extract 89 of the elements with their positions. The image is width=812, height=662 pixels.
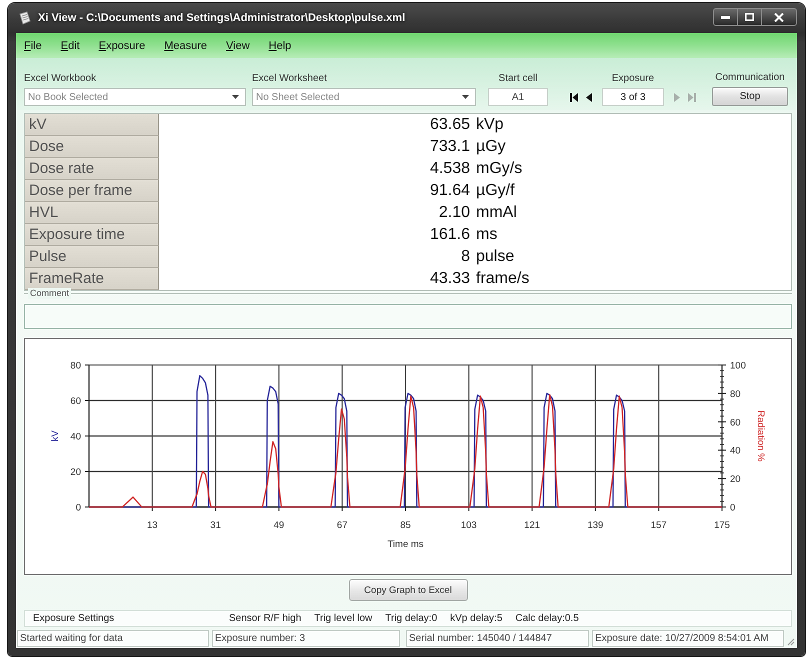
reading-unit: ms <box>476 226 498 244</box>
status-panel: Serial number: 145040 / 144847 <box>406 630 590 646</box>
settings-title: Exposure Settings <box>33 613 116 624</box>
skip-last-icon <box>688 92 696 102</box>
tick-label: 13 <box>147 520 158 531</box>
reading-value: 8 <box>460 248 470 266</box>
settings-item: Trig level low <box>314 613 372 624</box>
reading-unit: µGy/f <box>476 182 515 200</box>
reading-value: 733.1 <box>428 138 470 156</box>
reading-value: 91.64 <box>428 182 470 200</box>
tick-label: 157 <box>650 520 667 531</box>
left-triangle-icon <box>586 92 592 102</box>
document-icon <box>18 11 32 25</box>
start-cell-field[interactable]: A1 <box>488 88 548 106</box>
row-label: Dose <box>25 136 159 158</box>
tick-label: 80 <box>70 360 81 372</box>
tick-label: 80 <box>730 388 741 400</box>
tick-label: 100 <box>730 360 746 372</box>
axis-title: kV <box>50 430 61 442</box>
field-label: Excel Workbook <box>24 73 98 85</box>
field-label: Excel Worksheet <box>252 73 328 85</box>
status-panel: Exposure date: 10/27/2009 8:54:01 AM <box>592 630 784 646</box>
resize-grip-icon <box>787 638 796 646</box>
tick-label: 20 <box>730 474 741 486</box>
tick-label: 40 <box>70 432 81 442</box>
field-label: Exposure <box>612 73 654 85</box>
tick-label: 103 <box>460 520 477 531</box>
maximize-icon <box>745 13 754 21</box>
axis-title: Radiation % <box>755 410 766 462</box>
settings-item: Sensor R/F high <box>229 613 302 624</box>
exposure-field[interactable]: 3 of 3 <box>602 88 664 106</box>
reading-value: 43.33 <box>428 270 470 288</box>
tick-label: 40 <box>730 446 741 457</box>
row-label: Dose per frame <box>25 180 159 202</box>
tick-label: 49 <box>274 520 284 531</box>
menu-item[interactable]: Help <box>268 40 292 52</box>
tick-label: 175 <box>714 520 730 531</box>
menu-item[interactable]: File <box>24 40 42 52</box>
field-label: Start cell <box>498 73 538 85</box>
reading-unit: mGy/s <box>476 160 522 178</box>
row-label: Dose rate <box>25 158 159 180</box>
tick-label: 67 <box>336 520 348 531</box>
row-label: FrameRate <box>25 268 159 290</box>
reading-value: 63.65 <box>428 116 470 134</box>
dropdown-arrow-icon <box>462 95 469 99</box>
tick-label: 0 <box>76 502 81 514</box>
worksheet-dropdown[interactable]: No Sheet Selected <box>252 88 476 106</box>
stop-button[interactable]: Stop <box>712 87 788 106</box>
dropdown-arrow-icon <box>232 95 239 99</box>
status-panel: Started waiting for data <box>17 630 209 646</box>
status-panel: Exposure number: 3 <box>212 630 400 646</box>
row-label: kV <box>25 114 159 136</box>
window-title: Xi View - C:\Documents and Settings\Administrator\Desktop\pulse.xml <box>38 12 406 24</box>
row-label: Pulse <box>25 246 159 268</box>
axis-title: Time ms <box>387 539 424 550</box>
reading-value: 4.538 <box>428 160 470 178</box>
tick-label: 31 <box>210 520 221 531</box>
field-label: Communication <box>715 72 785 84</box>
menu-item[interactable]: View <box>226 40 250 52</box>
minimize-icon <box>721 16 730 18</box>
workbook-dropdown[interactable]: No Book Selected <box>24 88 246 106</box>
settings-item: Trig delay:0 <box>385 613 438 624</box>
group-label: Comment <box>28 288 72 299</box>
reading-unit: pulse <box>476 248 514 266</box>
reading-value: 2.10 <box>438 204 470 222</box>
skip-first-icon <box>570 92 578 102</box>
tick-label: 85 <box>400 520 411 531</box>
reading-unit: kVp <box>476 116 504 134</box>
row-label: Exposure time <box>25 224 159 246</box>
comment-field[interactable] <box>24 304 792 329</box>
reading-unit: µGy <box>476 138 506 156</box>
tick-label: 20 <box>70 467 81 478</box>
right-triangle-icon <box>674 92 680 102</box>
row-label: HVL <box>25 202 159 224</box>
close-icon <box>774 12 784 22</box>
reading-unit: frame/s <box>476 270 530 288</box>
tick-label: 60 <box>730 417 741 428</box>
tick-label: 121 <box>524 520 540 531</box>
tick-label: 139 <box>587 520 604 531</box>
reading-value: 161.6 <box>428 226 470 244</box>
menu-item[interactable]: Exposure <box>98 40 146 52</box>
menu-item[interactable]: Edit <box>60 40 80 52</box>
settings-item: kVp delay:5 <box>450 613 502 624</box>
menu-item[interactable]: Measure <box>164 40 208 52</box>
tick-label: 0 <box>730 502 736 514</box>
reading-unit: mmAl <box>476 204 517 222</box>
copy-graph-button[interactable]: Copy Graph to Excel <box>348 579 468 601</box>
settings-item: Calc delay:0.5 <box>515 613 579 624</box>
tick-label: 60 <box>70 396 81 407</box>
